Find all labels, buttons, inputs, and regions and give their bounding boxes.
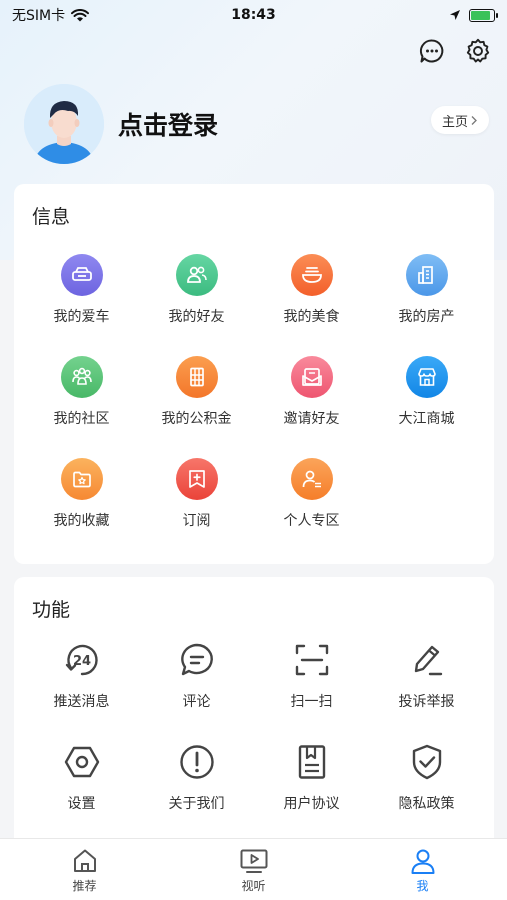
fund-icon xyxy=(175,356,218,398)
avatar[interactable] xyxy=(24,84,104,164)
func-item-comment[interactable]: 评论 xyxy=(139,639,254,741)
comment-icon xyxy=(176,639,218,681)
chevron-right-icon xyxy=(471,115,477,125)
profile-section[interactable]: 点击登录 xyxy=(24,84,218,164)
tab-label: 我 xyxy=(416,879,429,893)
building-icon xyxy=(405,254,448,296)
info-item-house[interactable]: 我的房产 xyxy=(369,254,484,356)
info-item-shop[interactable]: 大江商城 xyxy=(369,356,484,458)
message-icon[interactable] xyxy=(419,38,445,64)
info-item-label: 我的美食 xyxy=(283,309,340,325)
invite-icon xyxy=(290,356,333,398)
clock: 18:43 xyxy=(231,7,276,23)
info-section-title: 信息 xyxy=(32,206,71,228)
func-item-agreement[interactable]: 用户协议 xyxy=(254,741,369,843)
func-item-privacy[interactable]: 隐私政策 xyxy=(369,741,484,843)
info-item-personal[interactable]: 个人专区 xyxy=(254,458,369,560)
func-item-push[interactable]: 24 推送消息 xyxy=(24,639,139,741)
info-item-label: 我的房产 xyxy=(398,309,455,325)
func-item-scan[interactable]: 扫一扫 xyxy=(254,639,369,741)
func-item-about[interactable]: 关于我们 xyxy=(139,741,254,843)
info-icon xyxy=(176,741,218,783)
info-item-label: 订阅 xyxy=(182,513,211,529)
top-actions xyxy=(419,38,491,64)
tab-label: 视听 xyxy=(241,879,266,893)
tab-recommend[interactable]: 推荐 xyxy=(0,839,169,900)
info-item-label: 我的爱车 xyxy=(53,309,110,325)
hexagon-icon xyxy=(61,741,103,783)
collect-icon xyxy=(60,458,103,500)
func-item-label: 隐私政策 xyxy=(398,796,455,812)
friends-icon xyxy=(175,254,218,296)
carrier-label: 无SIM卡 xyxy=(12,8,66,24)
info-item-subscribe[interactable]: 订阅 xyxy=(139,458,254,560)
info-item-community[interactable]: 我的社区 xyxy=(24,356,139,458)
func-item-report[interactable]: 投诉举报 xyxy=(369,639,484,741)
wifi-icon xyxy=(71,8,90,21)
info-item-food[interactable]: 我的美食 xyxy=(254,254,369,356)
home-button[interactable]: 主页 xyxy=(431,106,489,134)
food-icon xyxy=(290,254,333,296)
shop-icon xyxy=(405,356,448,398)
scan-icon xyxy=(291,639,333,681)
func-item-label: 推送消息 xyxy=(53,694,110,710)
shield-check-icon xyxy=(406,741,448,783)
info-item-invite[interactable]: 邀请好友 xyxy=(254,356,369,458)
location-arrow-icon xyxy=(450,10,460,20)
info-item-label: 我的社区 xyxy=(53,411,110,427)
info-item-label: 个人专区 xyxy=(283,513,340,529)
user-icon xyxy=(411,849,434,874)
func-item-settings[interactable]: 设置 xyxy=(24,741,139,843)
community-icon xyxy=(60,356,103,398)
battery-level xyxy=(471,10,490,20)
func-item-label: 扫一扫 xyxy=(290,694,333,710)
function-card: 功能 24 推送消息 评论 扫一扫 投诉举报 设置 关于我们 用户协议 隐私政策 xyxy=(14,577,494,857)
info-item-label: 我的公积金 xyxy=(161,411,232,427)
info-card: 信息 我的爱车 我的好友 我的美食 我的房产 我的社区 我的公积金 邀请好友 大… xyxy=(14,184,494,564)
bottom-tab-bar: 推荐 视听 我 xyxy=(0,838,507,900)
func-grid: 24 推送消息 评论 扫一扫 投诉举报 设置 关于我们 用户协议 隐私政策 xyxy=(24,639,484,843)
login-link[interactable]: 点击登录 xyxy=(118,106,218,142)
pencil-icon xyxy=(406,639,448,681)
tab-me[interactable]: 我 xyxy=(338,839,507,900)
info-item-label: 邀请好友 xyxy=(283,411,340,427)
func-item-label: 投诉举报 xyxy=(398,694,455,710)
home-button-label: 主页 xyxy=(441,114,468,130)
info-item-friends[interactable]: 我的好友 xyxy=(139,254,254,356)
home-icon xyxy=(73,849,96,872)
subscribe-icon xyxy=(175,458,218,500)
func-item-label: 用户协议 xyxy=(283,796,340,812)
battery-icon xyxy=(469,8,498,22)
func-item-label: 设置 xyxy=(67,796,96,812)
func-item-label: 关于我们 xyxy=(168,796,225,812)
info-item-car[interactable]: 我的爱车 xyxy=(24,254,139,356)
info-item-fund[interactable]: 我的公积金 xyxy=(139,356,254,458)
status-bar: 无SIM卡 18:43 xyxy=(0,0,507,30)
info-item-collect[interactable]: 我的收藏 xyxy=(24,458,139,560)
info-grid: 我的爱车 我的好友 我的美食 我的房产 我的社区 我的公积金 邀请好友 大江商城… xyxy=(24,254,484,560)
info-item-label: 我的好友 xyxy=(168,309,225,325)
info-item-label: 大江商城 xyxy=(398,411,455,427)
gear-icon[interactable] xyxy=(465,38,491,64)
document-icon xyxy=(291,741,333,783)
info-item-label: 我的收藏 xyxy=(53,513,110,529)
video-icon xyxy=(240,849,267,873)
personal-icon xyxy=(290,458,333,500)
tab-video[interactable]: 视听 xyxy=(169,839,338,900)
car-icon xyxy=(60,254,103,296)
push-24-icon: 24 xyxy=(61,639,103,681)
svg-text:24: 24 xyxy=(72,654,90,669)
func-section-title: 功能 xyxy=(32,599,71,621)
tab-label: 推荐 xyxy=(72,879,97,893)
func-item-label: 评论 xyxy=(182,694,211,710)
